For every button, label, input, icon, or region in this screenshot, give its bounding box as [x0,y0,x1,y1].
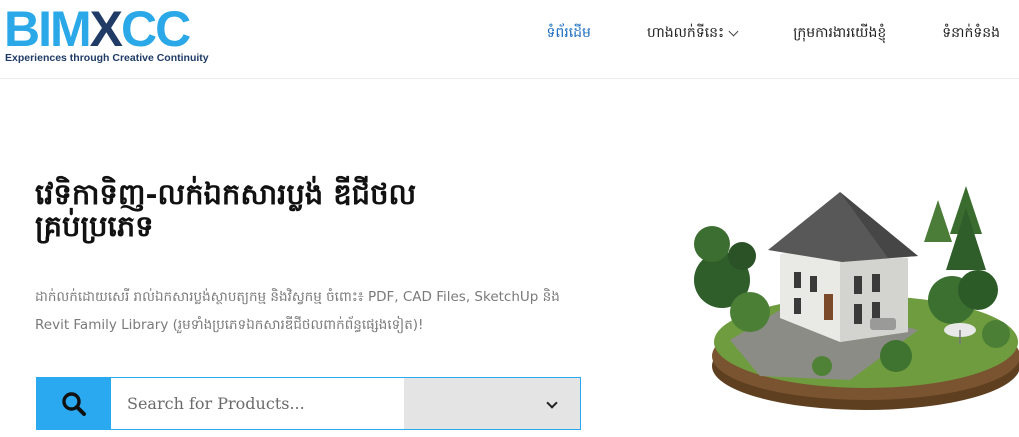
product-search-bar [36,377,581,430]
hero-title: វេទិកាទិញ-លក់ឯកសារប្លង់ ឌីជីថល គ្រប់ប្រភ… [35,177,417,243]
nav-item-home[interactable]: ទំព័រដើម [547,23,591,44]
nav-item-contact[interactable]: ទំនាក់ទំនង [942,23,1000,44]
logo-part-cc: CC [121,1,191,57]
hero-description: ដាក់លក់ដោយសេរី រាល់ឯកសារប្លង់ស្ថាបត្យកម្… [35,289,560,333]
search-icon [62,391,86,416]
site-header: BIMXCC Experiences through Creative Cont… [0,0,1019,79]
villa-render-illustration [694,186,1019,410]
nav-item-home-label: ទំព័រដើម [546,24,591,41]
category-select[interactable] [404,378,580,429]
nav-item-shop[interactable]: ហាងលក់ទីនេះ [646,23,739,44]
search-input[interactable] [111,378,404,429]
chevron-down-icon [546,397,558,409]
main-nav: ទំព័រដើម ហាងលក់ទីនេះ ក្រុមការងារយើងខ្ញុំ… [491,0,1019,66]
logo-part-bim: BIM [4,1,92,57]
logo-tagline: Experiences through Creative Continuity [5,52,209,64]
nav-item-team[interactable]: ក្រុមការងារយើងខ្ញុំ [793,23,886,44]
logo-part-x: X [89,1,123,57]
logo-wordmark: BIMXCC [4,1,191,57]
search-button[interactable] [37,378,111,429]
nav-item-team-label: ក្រុមការងារយើងខ្ញុំ [793,24,887,41]
nav-item-shop-label: ហាងលក់ទីនេះ [646,24,725,41]
chevron-down-icon [728,26,739,36]
nav-item-contact-label: ទំនាក់ទំនង [942,24,1000,41]
